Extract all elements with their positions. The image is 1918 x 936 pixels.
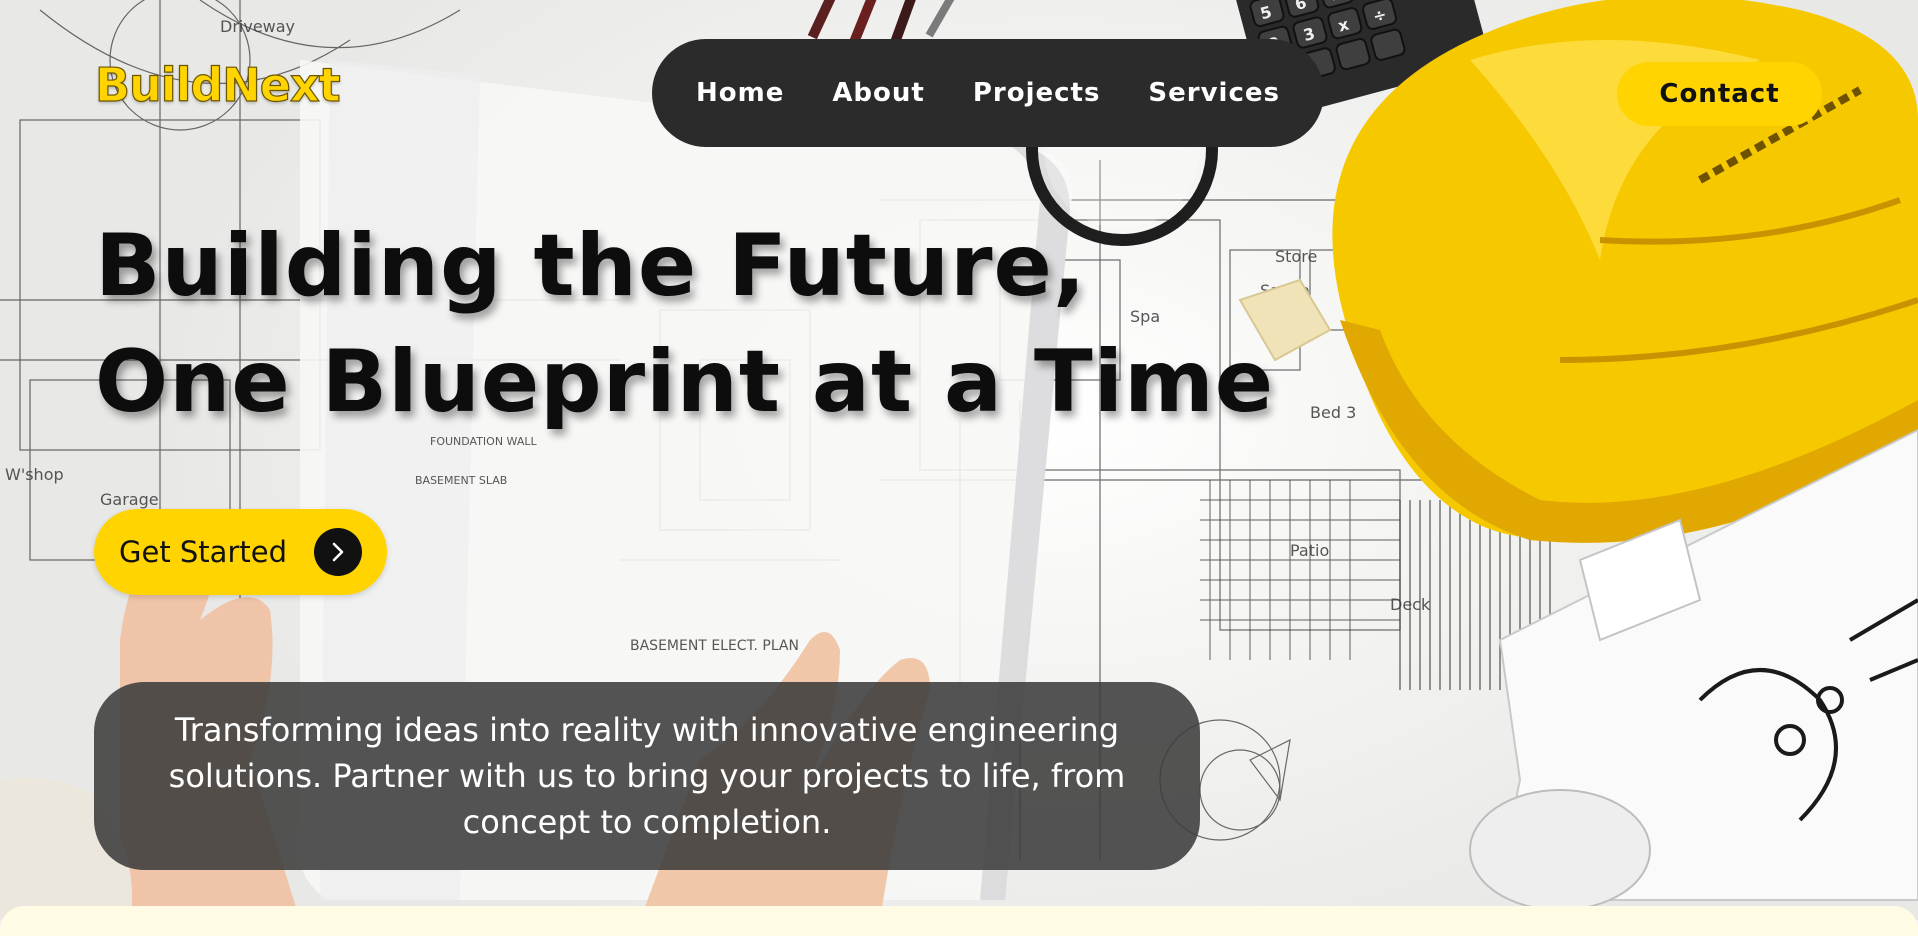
nav-home-link[interactable]: Home — [696, 78, 784, 108]
plan-label: Bed 3 — [1310, 403, 1356, 422]
get-started-button[interactable]: Get Started — [94, 509, 387, 595]
next-section-edge — [0, 906, 1918, 936]
plan-label: W'shop — [5, 465, 64, 484]
plan-label: Deck — [1390, 595, 1431, 614]
hero-subtitle-panel: Transforming ideas into reality with inn… — [94, 682, 1200, 870]
nav-about-link[interactable]: About — [832, 78, 925, 108]
hero-title-line-2: One Blueprint at a Time — [95, 332, 1275, 432]
nav-projects-link[interactable]: Projects — [973, 78, 1101, 108]
plan-label: Garage — [100, 490, 159, 509]
plan-label: Store — [1275, 247, 1317, 266]
chevron-right-icon — [314, 528, 362, 576]
nav-services-link[interactable]: Services — [1148, 78, 1280, 108]
brand-logo[interactable]: BuildNext — [94, 61, 341, 108]
plan-label: Driveway — [220, 17, 295, 36]
plan-label: BASEMENT SLAB — [415, 474, 507, 487]
hero-subtitle: Transforming ideas into reality with inn… — [168, 711, 1126, 841]
plan-label: Patio — [1290, 541, 1329, 560]
contact-button[interactable]: Contact — [1617, 62, 1822, 126]
plan-label: BASEMENT ELECT. PLAN — [630, 638, 799, 654]
main-nav: Home About Projects Services — [652, 39, 1324, 147]
get-started-label: Get Started — [119, 535, 287, 569]
hero-title: Building the Future, One Blueprint at a … — [95, 208, 1274, 440]
hero-title-line-1: Building the Future, — [95, 216, 1087, 316]
